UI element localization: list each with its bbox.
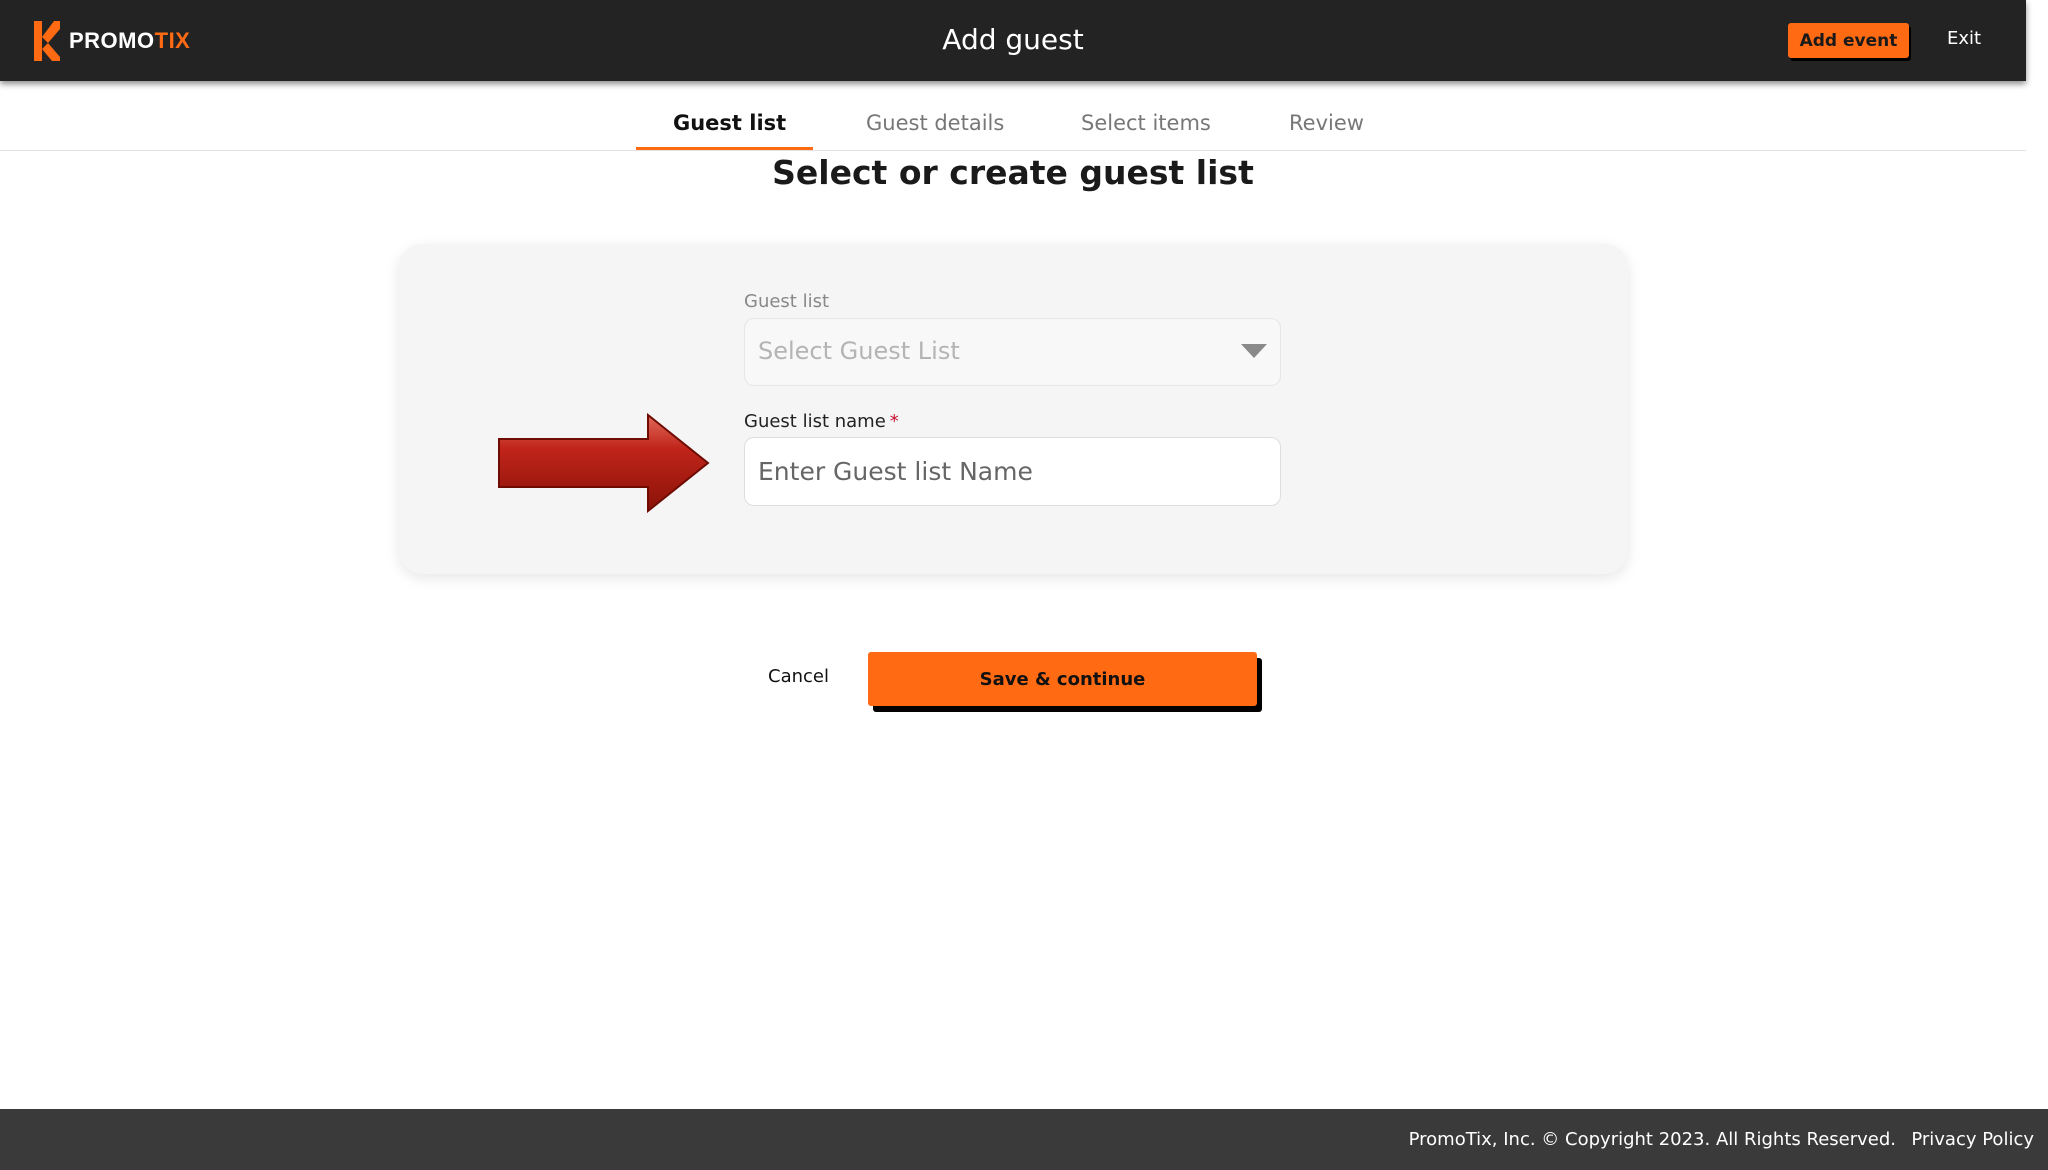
guest-list-select[interactable]: Select Guest List bbox=[744, 318, 1281, 386]
tab-review[interactable]: Review bbox=[1289, 111, 1364, 135]
page-title: Add guest bbox=[942, 23, 1084, 56]
guest-list-label: Guest list bbox=[744, 291, 830, 312]
tab-select-items[interactable]: Select items bbox=[1081, 111, 1211, 135]
guest-list-name-label: Guest list name * bbox=[744, 411, 899, 432]
footer: PromoTix, Inc. © Copyright 2023. All Rig… bbox=[0, 1109, 2048, 1170]
cancel-button[interactable]: Cancel bbox=[768, 666, 829, 687]
tab-guest-details[interactable]: Guest details bbox=[866, 111, 1004, 135]
exit-link[interactable]: Exit bbox=[1947, 28, 1981, 49]
tab-guest-list[interactable]: Guest list bbox=[673, 111, 786, 135]
red-arrow-icon bbox=[498, 413, 710, 513]
guest-list-name-input[interactable] bbox=[744, 437, 1281, 506]
required-marker: * bbox=[889, 411, 899, 432]
save-continue-button[interactable]: Save & continue bbox=[868, 652, 1257, 706]
copyright-text: PromoTix, Inc. © Copyright 2023. All Rig… bbox=[1408, 1129, 1896, 1150]
section-title: Select or create guest list bbox=[772, 153, 1254, 192]
privacy-policy-link[interactable]: Privacy Policy bbox=[1911, 1129, 2034, 1150]
active-tab-indicator bbox=[636, 147, 813, 150]
step-tabs: Guest list Guest details Select items Re… bbox=[0, 81, 2026, 151]
add-event-button[interactable]: Add event bbox=[1788, 23, 1909, 58]
guest-list-select-placeholder: Select Guest List bbox=[758, 337, 960, 365]
top-bar: PROMOTIX Add guest Add event Exit bbox=[0, 0, 2026, 81]
guest-list-card bbox=[399, 244, 1628, 574]
caret-down-icon bbox=[1241, 344, 1267, 358]
